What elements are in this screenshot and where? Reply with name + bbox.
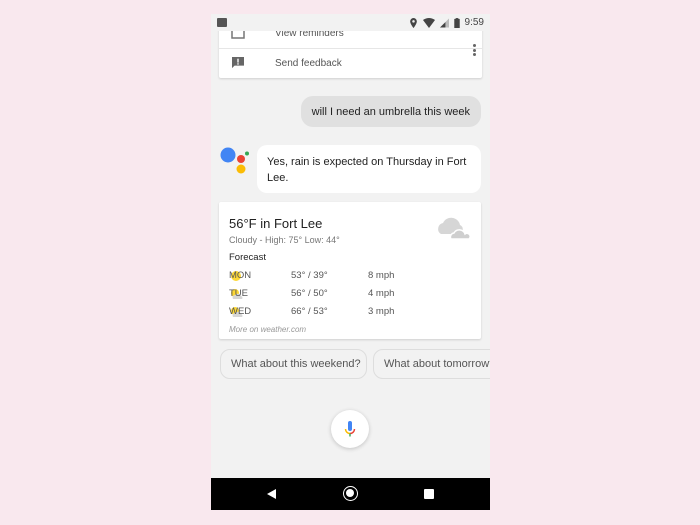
weather-card[interactable]: 56°F in Fort Lee Cloudy - High: 75° Low:…: [219, 202, 481, 339]
location-icon: [409, 17, 417, 28]
wifi-icon: [422, 17, 435, 28]
back-icon[interactable]: [267, 489, 276, 499]
battery-icon: [453, 17, 460, 28]
suggestion-chip-tomorrow[interactable]: What about tomorrow?: [373, 349, 490, 379]
forecast-row: TUE 56° / 50° 4 mph: [229, 288, 395, 299]
navigation-bar: [211, 478, 490, 510]
feedback-icon: [232, 57, 244, 69]
microphone-icon: [344, 421, 356, 437]
menu-item-send-feedback[interactable]: Send feedback: [219, 49, 482, 77]
suggestion-chip-weekend[interactable]: What about this weekend?: [220, 349, 367, 379]
more-vert-icon[interactable]: [473, 44, 476, 56]
weather-subtitle: Cloudy - High: 75° Low: 44°: [229, 235, 340, 245]
weather-source-link[interactable]: More on weather.com: [229, 325, 306, 334]
weather-title: 56°F in Fort Lee: [229, 216, 323, 231]
forecast-label: Forecast: [229, 252, 266, 263]
cloudy-icon: [438, 217, 471, 240]
status-bar: 9:59: [211, 14, 490, 31]
forecast-row: WED 66° / 53° 3 mph: [229, 306, 395, 317]
image-icon: [217, 18, 227, 27]
home-icon[interactable]: [343, 486, 358, 501]
assistant-reply-bubble: Yes, rain is expected on Thursday in For…: [257, 145, 481, 193]
microphone-button[interactable]: [331, 410, 369, 448]
phone-screen: 9:59 View reminders Send feedback will I…: [211, 14, 490, 510]
signal-icon: [439, 18, 449, 27]
user-query-bubble: will I need an umbrella this week: [300, 96, 481, 127]
forecast-row: MON 53° / 39° 8 mph: [229, 270, 395, 281]
recent-apps-icon[interactable]: [424, 489, 434, 499]
google-assistant-logo: [220, 147, 249, 174]
clock: 9:59: [464, 17, 484, 28]
